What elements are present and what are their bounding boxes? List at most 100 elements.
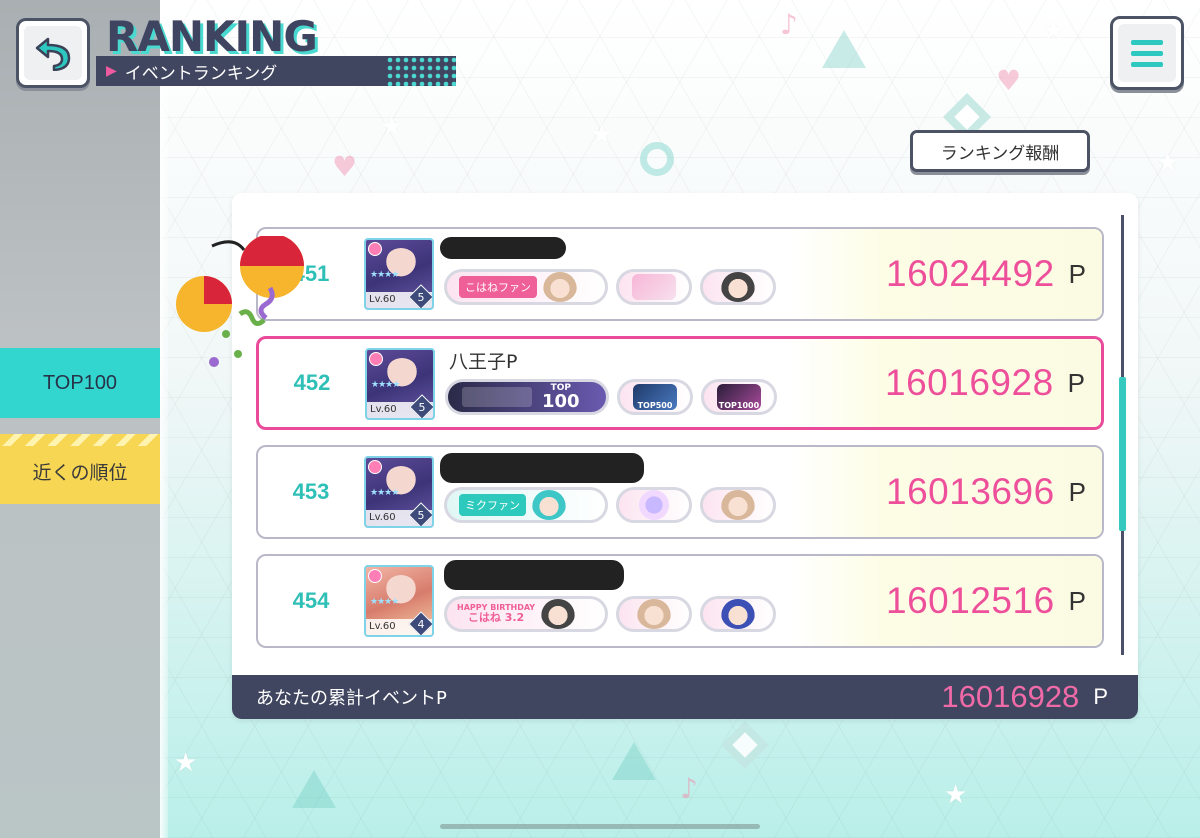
music-note-decoration-icon: ♪	[680, 772, 698, 805]
star-decoration-icon: ★	[1042, 16, 1066, 46]
kaito-chibi-icon	[721, 599, 755, 629]
page-subtitle-bar: ▶ イベントランキング	[96, 56, 456, 86]
dot-pattern	[386, 56, 456, 86]
title-badge: こはねファン	[444, 269, 608, 305]
title-badge-label: ミクファン	[459, 494, 526, 516]
ranking-reward-button[interactable]: ランキング報酬	[910, 130, 1090, 172]
attribute-icon	[368, 242, 382, 256]
title-badge	[700, 487, 776, 523]
sidebar: TOP100 近くの順位	[0, 0, 168, 838]
rank-number: 453	[292, 479, 330, 504]
kohane-chibi-icon	[637, 599, 671, 629]
leader-card[interactable]: ★★★★ Lv.60 4	[364, 565, 434, 637]
title-badges: HAPPY BIRTHDAY こはね 3.2	[444, 596, 776, 632]
title-badge	[616, 596, 692, 632]
emblem-icon	[639, 490, 669, 520]
leader-card[interactable]: ★★★★ Lv.60 5	[364, 238, 434, 310]
leader-card[interactable]: ★★★★ Lv.60 5	[365, 348, 435, 420]
title-badge: ミクファン	[444, 487, 608, 523]
event-logo-icon	[462, 387, 532, 407]
score-area: 16013696 P	[790, 447, 1102, 537]
score-value: 16024492	[886, 253, 1055, 294]
title-top-value: 100	[542, 390, 580, 412]
miku-chibi-icon	[532, 490, 566, 520]
star-decoration-icon: ★	[590, 120, 614, 150]
ring-decoration-icon	[640, 142, 674, 176]
rarity-stars-icon: ★★★★	[370, 597, 399, 607]
birthday-line2: こはね 3.2	[467, 611, 525, 625]
my-total-unit: P	[1093, 684, 1108, 709]
tab-top100-label: TOP100	[42, 371, 118, 394]
rarity-stars-icon: ★★★★	[370, 488, 399, 498]
ranking-row[interactable]: 454 ★★★★ Lv.60 4 HAPPY BIRTHDAY こはね 3.2	[256, 554, 1104, 648]
character-chibi-icon	[721, 272, 755, 302]
title-badge: TOP 100	[445, 379, 609, 415]
heart-decoration-icon: ♥	[332, 150, 358, 183]
scrollbar-thumb[interactable]	[1119, 377, 1126, 531]
score-unit: P	[1067, 367, 1085, 398]
redacted-name	[444, 560, 624, 590]
diamond-decoration-icon	[720, 720, 770, 770]
star-decoration-icon: ★	[1156, 148, 1180, 178]
score-unit: P	[1068, 585, 1086, 616]
star-decoration-icon: ★	[944, 780, 968, 810]
score-value: 16016928	[885, 362, 1054, 403]
redacted-name	[440, 237, 566, 259]
tab-nearby-ranks[interactable]: 近くの順位	[0, 434, 160, 504]
triangle-decoration-icon	[292, 770, 336, 808]
page-subtitle: イベントランキング	[124, 63, 278, 84]
title-badge: TOP1000	[701, 379, 777, 415]
star-decoration-icon: ★	[380, 112, 404, 142]
home-indicator	[440, 824, 760, 829]
title-badges: こはねファン	[444, 269, 776, 305]
my-total-value: 16016928	[941, 679, 1080, 714]
back-arrow-icon	[35, 37, 71, 71]
kohane-chibi-icon	[543, 272, 577, 302]
character-chibi-icon	[541, 599, 576, 629]
ranking-panel: 451 ★★★★ Lv.60 5 こはねファン 16024492 P 452 ★…	[232, 193, 1138, 719]
rarity-stars-icon: ★★★★	[370, 270, 399, 280]
player-name: 八王子P	[449, 351, 518, 373]
score-unit: P	[1068, 476, 1086, 507]
back-button[interactable]	[16, 18, 90, 88]
page-title: RANKING	[106, 12, 318, 61]
attribute-icon	[368, 460, 382, 474]
title-badge: HAPPY BIRTHDAY こはね 3.2	[444, 596, 608, 632]
rarity-stars-icon: ★★★★	[371, 380, 400, 390]
title-badge	[700, 269, 776, 305]
rank-number: 452	[293, 370, 331, 395]
score-unit: P	[1068, 258, 1086, 289]
menu-button[interactable]	[1110, 16, 1184, 90]
hamburger-menu-icon	[1118, 24, 1176, 82]
heart-decoration-icon: ♥	[996, 64, 1022, 97]
rank-number: 454	[292, 588, 330, 613]
title-badge-label: TOP500	[637, 401, 673, 410]
ranking-row-self[interactable]: 452 ★★★★ Lv.60 5 八王子P TOP 100 TOP500 TOP…	[256, 336, 1104, 430]
ranking-row[interactable]: 451 ★★★★ Lv.60 5 こはねファン 16024492 P	[256, 227, 1104, 321]
score-area: 16024492 P	[790, 229, 1102, 319]
title-badge-label: こはねファン	[459, 276, 537, 298]
rank-number: 451	[292, 261, 330, 286]
title-badge-label: TOP1000	[718, 401, 760, 410]
star-decoration-icon: ★	[174, 748, 198, 778]
score-value: 16012516	[886, 580, 1055, 621]
my-total-label: あなたの累計イベントP	[256, 688, 447, 709]
play-arrow-icon: ▶	[106, 63, 117, 79]
triangle-decoration-icon	[822, 30, 866, 68]
attribute-icon	[369, 352, 383, 366]
my-total-bar: あなたの累計イベントP 16016928 P	[232, 675, 1138, 719]
title-badge	[700, 596, 776, 632]
leader-card[interactable]: ★★★★ Lv.60 5	[364, 456, 434, 528]
ranking-row[interactable]: 453 ★★★★ Lv.60 5 ミクファン 16013696 P	[256, 445, 1104, 539]
score-value: 16013696	[886, 471, 1055, 512]
penlight-icon	[632, 274, 676, 300]
score-area: 16016928 P	[789, 339, 1101, 427]
title-badges: TOP 100 TOP500 TOP1000	[445, 379, 777, 415]
title-badge: TOP500	[617, 379, 693, 415]
tab-top100[interactable]: TOP100	[0, 348, 160, 418]
score-area: 16012516 P	[790, 556, 1102, 646]
title-badges: ミクファン	[444, 487, 776, 523]
title-badge	[616, 269, 692, 305]
character-chibi-icon	[721, 490, 755, 520]
music-note-decoration-icon: ♪	[780, 8, 798, 41]
